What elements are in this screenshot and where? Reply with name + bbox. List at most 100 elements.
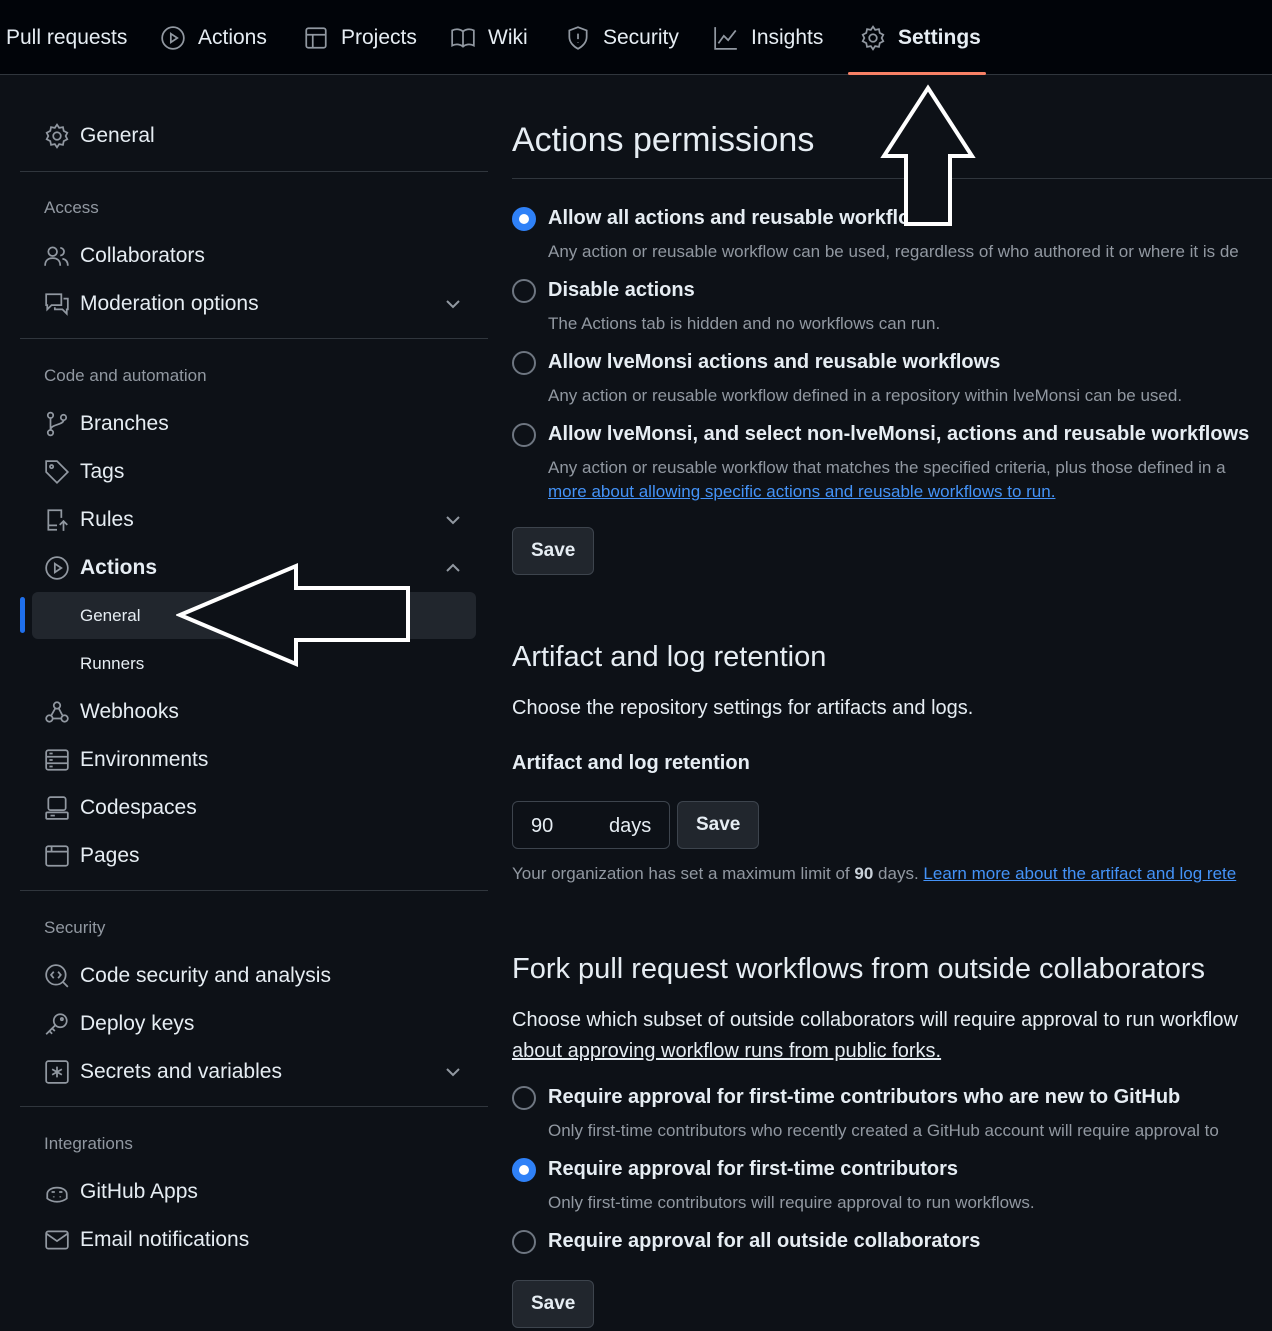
hint-limit: 90 — [854, 864, 874, 883]
sidebar-item-general[interactable]: General — [44, 116, 155, 156]
chevron-down-icon[interactable] — [444, 1063, 462, 1081]
option-label: Require approval for all outside collabo… — [548, 1230, 981, 1252]
sidebar-item-github-apps[interactable]: GitHub Apps — [44, 1172, 198, 1212]
radio-first-time[interactable] — [512, 1158, 536, 1182]
option-description: Only first-time contributors will requir… — [548, 1193, 1035, 1212]
retention-field-label: Artifact and log retention — [512, 752, 750, 774]
sidebar-item-rules[interactable]: Rules — [44, 500, 134, 540]
retention-days-unit: days — [609, 815, 652, 837]
hint-text: Your organization has set a maximum limi… — [512, 864, 850, 883]
learn-more-link[interactable]: Learn more about the artifact and log re… — [923, 864, 1236, 883]
sidebar-item-deploy-keys[interactable]: Deploy keys — [44, 1004, 194, 1044]
sidebar-item-actions[interactable]: Actions — [44, 548, 157, 588]
sidebar-item-codespaces[interactable]: Codespaces — [44, 788, 197, 828]
sidebar-item-tags[interactable]: Tags — [44, 452, 124, 492]
chevron-down-icon[interactable] — [444, 511, 462, 529]
play-icon — [45, 556, 69, 580]
tab-projects[interactable]: Projects — [303, 0, 417, 75]
radio-all-outside[interactable] — [512, 1230, 536, 1254]
page-title: Actions permissions — [512, 121, 815, 159]
asterisk-icon — [45, 1060, 69, 1084]
radio-allow-all[interactable] — [512, 207, 536, 231]
option-description: Any action or reusable workflow that mat… — [548, 458, 1226, 477]
sidebar-item-label: Environments — [80, 748, 209, 771]
tab-settings[interactable]: Settings — [860, 0, 981, 75]
graph-icon — [714, 26, 737, 50]
browser-icon — [45, 845, 69, 867]
radio-allow-select[interactable] — [512, 423, 536, 447]
radio-allow-org[interactable] — [512, 351, 536, 375]
tag-icon — [45, 460, 70, 485]
table-icon — [305, 26, 327, 49]
radio-disable-actions[interactable] — [512, 279, 536, 303]
sidebar-item-label: Collaborators — [80, 244, 205, 267]
save-retention-button[interactable]: Save — [677, 801, 760, 849]
chevron-up-icon[interactable] — [444, 559, 462, 577]
tab-insights[interactable]: Insights — [713, 0, 823, 75]
option-description: The Actions tab is hidden and no workflo… — [548, 314, 941, 333]
learn-more-link[interactable]: about approving workflow runs from publi… — [512, 1040, 941, 1063]
learn-more-link[interactable]: more about allowing specific actions and… — [548, 482, 1055, 502]
gear-icon — [861, 24, 885, 51]
tab-actions[interactable]: Actions — [160, 0, 267, 75]
sidebar-subitem-actions-runners[interactable]: Runners — [80, 654, 144, 674]
tab-pull-requests[interactable]: Pull requests — [6, 0, 127, 75]
sidebar-item-label: Actions — [80, 556, 158, 579]
save-permissions-button[interactable]: Save — [512, 527, 595, 575]
sidebar-item-moderation[interactable]: Moderation options — [44, 284, 259, 324]
repo-nav: Pull requests Actions Projects Wiki Secu… — [0, 0, 1272, 75]
tab-label: Actions — [198, 25, 267, 49]
sidebar-item-webhooks[interactable]: Webhooks — [44, 692, 179, 732]
people-icon — [44, 246, 69, 266]
option-label: Require approval for first-time contribu… — [548, 1086, 1181, 1108]
gear-icon — [45, 123, 69, 149]
hint-text: days. — [878, 864, 919, 883]
group-title-access: Access — [44, 198, 99, 217]
sidebar-item-label: Webhooks — [80, 700, 179, 723]
sidebar-item-secrets[interactable]: Secrets and variables — [44, 1052, 282, 1092]
sidebar-item-collaborators[interactable]: Collaborators — [44, 236, 205, 276]
sidebar-item-branches[interactable]: Branches — [44, 404, 169, 444]
chevron-down-icon[interactable] — [444, 295, 462, 313]
sidebar-item-pages[interactable]: Pages — [44, 836, 140, 876]
option-description: Any action or reusable workflow defined … — [548, 386, 1183, 405]
key-icon — [45, 1013, 68, 1035]
tab-label: Security — [603, 25, 679, 49]
sidebar-item-label: Email notifications — [80, 1228, 250, 1251]
codescan-icon — [45, 964, 69, 988]
sidebar-item-label: Deploy keys — [80, 1012, 195, 1035]
sidebar-item-label: Secrets and variables — [80, 1060, 282, 1083]
sidebar-item-label: Branches — [80, 412, 169, 435]
retention-days-value: 90 — [531, 815, 554, 837]
sidebar-item-environments[interactable]: Environments — [44, 740, 208, 780]
play-icon — [161, 25, 185, 50]
retention-days-input[interactable]: 90 days — [512, 801, 670, 849]
comment-discussion-icon — [45, 293, 69, 316]
sidebar-item-label: GitHub Apps — [80, 1180, 198, 1203]
sidebar-item-label: General — [80, 124, 155, 147]
option-label: Require approval for first-time contribu… — [548, 1158, 959, 1180]
repo-push-icon — [47, 509, 68, 531]
radio-new-to-github[interactable] — [512, 1086, 536, 1110]
tab-wiki[interactable]: Wiki — [450, 0, 528, 75]
divider — [20, 1106, 488, 1107]
sidebar-subitem-actions-general[interactable]: General — [80, 606, 140, 626]
save-fork-button[interactable]: Save — [512, 1280, 595, 1328]
divider — [20, 338, 488, 339]
option-label: Allow lveMonsi, and select non-lveMonsi,… — [548, 423, 1250, 445]
sidebar-item-code-security[interactable]: Code security and analysis — [44, 956, 331, 996]
sidebar-item-label: Moderation options — [80, 292, 259, 315]
tab-label: Settings — [898, 25, 981, 49]
selected-tab-indicator — [848, 72, 986, 75]
copilot-icon — [46, 1186, 68, 1203]
sidebar-item-label: Codespaces — [80, 796, 197, 819]
sidebar-item-email-notifications[interactable]: Email notifications — [44, 1220, 249, 1260]
group-title-security: Security — [44, 918, 106, 937]
section-description: Choose the repository settings for artif… — [512, 697, 974, 719]
tab-label: Pull requests — [6, 25, 128, 49]
tab-security[interactable]: Security — [565, 0, 679, 75]
divider — [20, 890, 488, 891]
tab-label: Insights — [751, 25, 824, 49]
git-branch-icon — [46, 411, 68, 437]
annotation-arrow-left — [176, 562, 410, 668]
